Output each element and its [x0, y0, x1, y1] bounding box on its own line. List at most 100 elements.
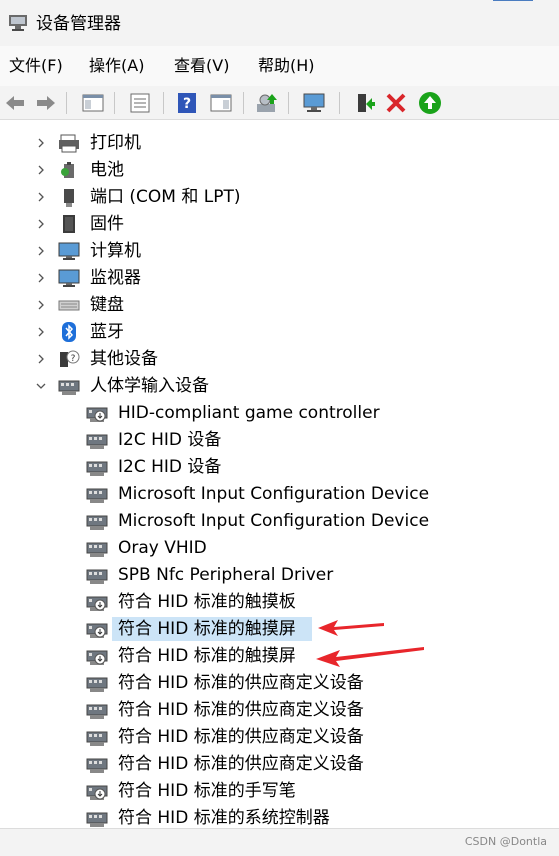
- device-label: 符合 HID 标准的供应商定义设备: [118, 700, 364, 720]
- enable-device-button[interactable]: [352, 90, 378, 116]
- tree-device-row[interactable]: 符合 HID 标准的供应商定义设备: [0, 724, 559, 751]
- device-label: 符合 HID 标准的触摸板: [118, 592, 296, 612]
- hid-device-down-icon: [86, 646, 108, 666]
- tree-device-row[interactable]: Microsoft Input Configuration Device: [0, 508, 559, 535]
- tree-category-row[interactable]: 固件: [0, 211, 559, 238]
- menu-action[interactable]: 操作(A): [89, 55, 144, 77]
- annotation-arrow: [316, 647, 424, 667]
- firmware-icon: [58, 214, 80, 234]
- device-label: I2C HID 设备: [118, 457, 222, 477]
- chevron-right-icon[interactable]: [34, 244, 48, 258]
- hid-device-down-icon: [86, 403, 108, 423]
- device-label: 符合 HID 标准的触摸屏: [118, 646, 296, 666]
- tree-device-row[interactable]: 符合 HID 标准的供应商定义设备: [0, 697, 559, 724]
- show-hide-tree-icon: [82, 94, 104, 112]
- category-label: 端口 (COM 和 LPT): [90, 187, 241, 207]
- action-pane-button[interactable]: [208, 90, 234, 116]
- tree-category-row[interactable]: 蓝牙: [0, 319, 559, 346]
- tree-device-row[interactable]: 符合 HID 标准的触摸屏: [0, 616, 559, 643]
- tree-category-row[interactable]: 键盘: [0, 292, 559, 319]
- tree-device-row[interactable]: HID-compliant game controller: [0, 400, 559, 427]
- category-label: 打印机: [90, 133, 141, 153]
- hid-device-down-icon: [86, 619, 108, 639]
- hid-device-icon: [86, 700, 108, 720]
- device-label: 符合 HID 标准的手写笔: [118, 781, 296, 801]
- chevron-right-icon[interactable]: [34, 136, 48, 150]
- tree-device-row[interactable]: 符合 HID 标准的手写笔: [0, 778, 559, 805]
- chevron-right-icon[interactable]: [34, 325, 48, 339]
- hid-device-icon: [86, 430, 108, 450]
- tree-device-row[interactable]: I2C HID 设备: [0, 454, 559, 481]
- back-button[interactable]: [2, 90, 28, 116]
- tree-category-row[interactable]: 端口 (COM 和 LPT): [0, 184, 559, 211]
- computer-icon: [58, 241, 80, 261]
- device-tree: 打印机电池端口 (COM 和 LPT) 固件计算机监视器键盘 蓝牙? 其他设备人体学输…: [0, 128, 559, 828]
- forward-button[interactable]: [33, 90, 59, 116]
- show-hide-tree-button[interactable]: [80, 90, 106, 116]
- tree-category-row[interactable]: 计算机: [0, 238, 559, 265]
- category-label: 人体学输入设备: [90, 376, 209, 396]
- toolbar-separator: [66, 92, 67, 114]
- chevron-right-icon[interactable]: [34, 352, 48, 366]
- properties-icon: [130, 93, 150, 113]
- chevron-right-icon[interactable]: [34, 271, 48, 285]
- help-button[interactable]: ?: [174, 90, 200, 116]
- bluetooth-icon: [58, 322, 80, 342]
- tree-category-row[interactable]: 电池: [0, 157, 559, 184]
- keyboard-icon: [58, 295, 80, 315]
- tree-device-row[interactable]: SPB Nfc Peripheral Driver: [0, 562, 559, 589]
- device-manager-icon: [9, 15, 27, 31]
- category-label: 计算机: [90, 241, 141, 261]
- menu-view[interactable]: 查看(V): [174, 55, 229, 77]
- chevron-right-icon[interactable]: [34, 163, 48, 177]
- chevron-down-icon[interactable]: [34, 379, 48, 393]
- tree-device-row[interactable]: 符合 HID 标准的触摸屏: [0, 643, 559, 670]
- tree-category-row[interactable]: ? 其他设备: [0, 346, 559, 373]
- back-icon: [6, 96, 24, 110]
- chevron-right-icon[interactable]: [34, 217, 48, 231]
- chevron-right-icon[interactable]: [34, 298, 48, 312]
- device-label: 符合 HID 标准的供应商定义设备: [118, 673, 364, 693]
- toolbar-separator: [288, 92, 289, 114]
- tree-device-row[interactable]: 符合 HID 标准的供应商定义设备: [0, 751, 559, 778]
- tree-device-row[interactable]: 符合 HID 标准的触摸板: [0, 589, 559, 616]
- tree-device-row[interactable]: Microsoft Input Configuration Device: [0, 481, 559, 508]
- uninstall-button[interactable]: [383, 90, 409, 116]
- chevron-right-icon[interactable]: [34, 190, 48, 204]
- device-label: 符合 HID 标准的触摸屏: [118, 619, 296, 639]
- tree-device-row[interactable]: Oray VHID: [0, 535, 559, 562]
- enable-green-button[interactable]: [417, 90, 443, 116]
- update-driver-button[interactable]: [254, 90, 280, 116]
- title-bar: 设备管理器: [0, 0, 559, 46]
- menu-file[interactable]: 文件(F): [9, 55, 63, 77]
- hid-device-icon: [86, 538, 108, 558]
- tree-category-row[interactable]: 人体学输入设备: [0, 373, 559, 400]
- monitor-icon: [58, 268, 80, 288]
- hid-device-icon: [86, 565, 108, 585]
- tree-category-row[interactable]: 打印机: [0, 130, 559, 157]
- menu-help[interactable]: 帮助(H): [258, 55, 315, 77]
- hid-device-icon: [86, 457, 108, 477]
- tree-category-row[interactable]: 监视器: [0, 265, 559, 292]
- unknown-device-icon: ?: [58, 349, 80, 369]
- watermark: CSDN @Dontla: [464, 835, 547, 848]
- toolbar-separator: [163, 92, 164, 114]
- device-label: Microsoft Input Configuration Device: [118, 511, 430, 531]
- scan-hardware-button[interactable]: [301, 90, 327, 116]
- category-label: 固件: [90, 214, 124, 234]
- tree-device-row[interactable]: 符合 HID 标准的供应商定义设备: [0, 670, 559, 697]
- hid-device-icon: [86, 754, 108, 774]
- tree-device-row[interactable]: I2C HID 设备: [0, 427, 559, 454]
- device-label: SPB Nfc Peripheral Driver: [118, 565, 334, 585]
- hid-icon: [58, 376, 80, 396]
- device-label: 符合 HID 标准的供应商定义设备: [118, 727, 364, 747]
- device-label: HID-compliant game controller: [118, 403, 380, 423]
- tree-device-row[interactable]: 符合 HID 标准的系统控制器: [0, 805, 559, 828]
- partial-link-fragment: [493, 0, 533, 3]
- category-label: 监视器: [90, 268, 141, 288]
- hid-device-down-icon: [86, 781, 108, 801]
- window-title: 设备管理器: [36, 14, 121, 34]
- properties-button[interactable]: [127, 90, 153, 116]
- port-icon: [58, 187, 80, 207]
- forward-icon: [37, 96, 55, 110]
